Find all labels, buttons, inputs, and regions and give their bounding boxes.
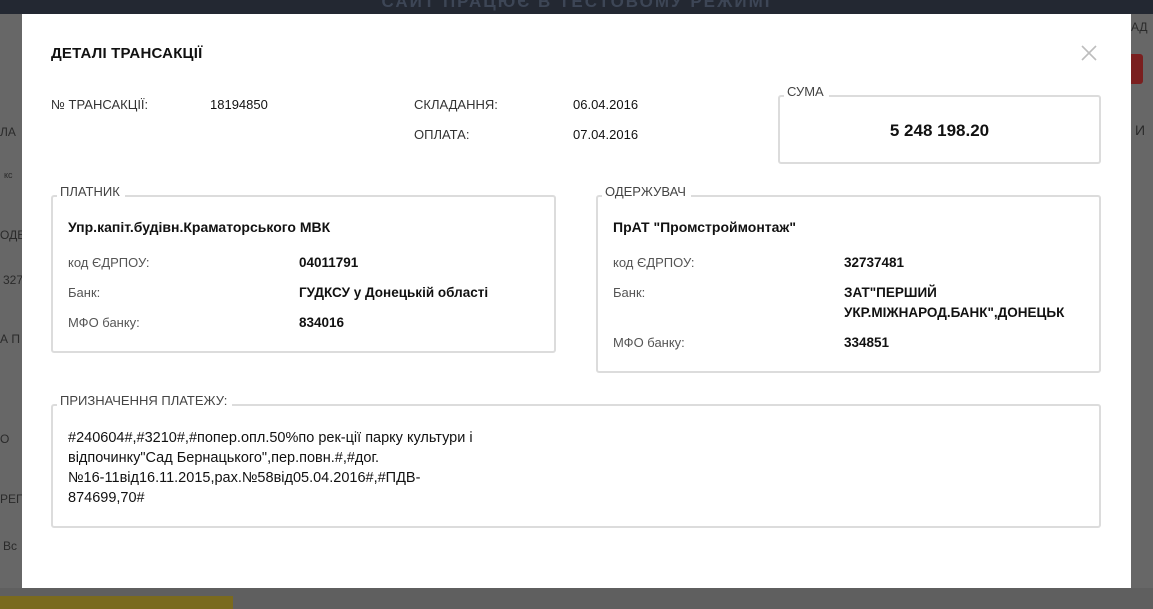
bg-fragment: 327 bbox=[3, 273, 22, 287]
paid-date-value: 07.04.2016 bbox=[573, 127, 639, 142]
transaction-details-modal: ДЕТАЛІ ТРАНСАКЦІЇ № ТРАНСАКЦІЇ: 18194850… bbox=[22, 14, 1131, 588]
payer-bank-label: Банк: bbox=[68, 285, 101, 300]
recipient-legend: ОДЕРЖУВАЧ bbox=[602, 184, 691, 199]
purpose-line: №16-11від16.11.2015,рах.№58від05.04.2016… bbox=[68, 470, 421, 486]
bg-fragment: А П bbox=[0, 332, 20, 346]
recipient-bank-label: Банк: bbox=[613, 285, 646, 300]
background-bottom bbox=[0, 588, 1153, 609]
bg-fragment: ЛА bbox=[0, 125, 16, 139]
payer-name: Упр.капіт.будівн.Краматорського МВК bbox=[68, 219, 331, 235]
background-right-panel: АД И bbox=[1131, 14, 1153, 609]
bg-fragment: ОДЕ bbox=[0, 228, 22, 242]
payment-purpose-text: #240604#,#3210#,#попер.опл.50%по рек-ції… bbox=[68, 428, 538, 508]
purpose-line: 874699,70# bbox=[68, 490, 145, 506]
recipient-bank-value-line2: УКР.МІЖНАРОД.БАНК",ДОНЕЦЬК bbox=[844, 305, 1065, 320]
background-left-panel: ЛА кс ОДЕ 327 А П О РЕГ Вс bbox=[0, 14, 22, 609]
paid-date-label: ОПЛАТА: bbox=[414, 127, 470, 142]
payer-bank-value: ГУДКСУ у Донецькій області bbox=[299, 285, 489, 300]
payer-legend: ПЛАТНИК bbox=[57, 184, 125, 199]
recipient-mfo-label: МФО банку: bbox=[613, 335, 685, 350]
bg-fragment: И bbox=[1135, 122, 1146, 138]
sum-box: СУМА 5 248 198.20 bbox=[778, 84, 1101, 164]
sum-legend: СУМА bbox=[784, 84, 829, 99]
test-mode-banner: САЙТ ПРАЦЮЄ В ТЕСТОВОМУ РЕЖИМІ bbox=[0, 0, 1153, 14]
payment-purpose-box: ПРИЗНАЧЕННЯ ПЛАТЕЖУ: #240604#,#3210#,#по… bbox=[51, 393, 1101, 528]
modal-title: ДЕТАЛІ ТРАНСАКЦІЇ bbox=[51, 45, 203, 62]
bg-fragment: АД bbox=[1131, 20, 1148, 34]
recipient-name: ПрАТ "Промстроймонтаж" bbox=[613, 219, 796, 235]
recipient-mfo-value: 334851 bbox=[844, 335, 890, 350]
purpose-line: #240604#,#3210#,#попер.опл.50%по рек-ції… bbox=[68, 430, 473, 446]
payer-mfo-label: МФО банку: bbox=[68, 315, 140, 330]
recipient-bank-value-line1: ЗАТ"ПЕРШИЙ bbox=[844, 285, 937, 300]
test-mode-banner-text: САЙТ ПРАЦЮЄ В ТЕСТОВОМУ РЕЖИМІ bbox=[381, 0, 772, 11]
close-icon[interactable] bbox=[1078, 42, 1100, 64]
bg-red-button bbox=[1131, 54, 1143, 84]
created-date-value: 06.04.2016 bbox=[573, 97, 639, 112]
bg-fragment: РЕГ bbox=[0, 492, 22, 506]
payer-mfo-value: 834016 bbox=[299, 315, 345, 330]
bg-yellow-bar bbox=[0, 596, 233, 609]
recipient-box: ОДЕРЖУВАЧ ПрАТ "Промстроймонтаж" код ЄДР… bbox=[596, 184, 1101, 373]
payer-box: ПЛАТНИК Упр.капіт.будівн.Краматорського … bbox=[51, 184, 556, 353]
bg-fragment: Вс bbox=[3, 539, 18, 553]
payment-purpose-legend: ПРИЗНАЧЕННЯ ПЛАТЕЖУ: bbox=[57, 393, 233, 408]
recipient-edrpou-value: 32737481 bbox=[844, 255, 905, 270]
purpose-line: відпочинку"Сад Бернацького",пер.повн.#,#… bbox=[68, 450, 379, 466]
close-icon-glyph bbox=[1081, 45, 1097, 61]
recipient-edrpou-label: код ЄДРПОУ: bbox=[613, 255, 695, 270]
bg-fragment: О bbox=[0, 432, 10, 446]
transaction-id-label: № ТРАНСАКЦІЇ: bbox=[51, 97, 149, 112]
transaction-id-value: 18194850 bbox=[210, 97, 268, 112]
created-date-label: СКЛАДАННЯ: bbox=[414, 97, 498, 112]
payer-edrpou-value: 04011791 bbox=[299, 255, 359, 270]
bg-fragment: кс bbox=[4, 170, 13, 180]
sum-value: 5 248 198.20 bbox=[889, 121, 990, 140]
payer-edrpou-label: код ЄДРПОУ: bbox=[68, 255, 150, 270]
